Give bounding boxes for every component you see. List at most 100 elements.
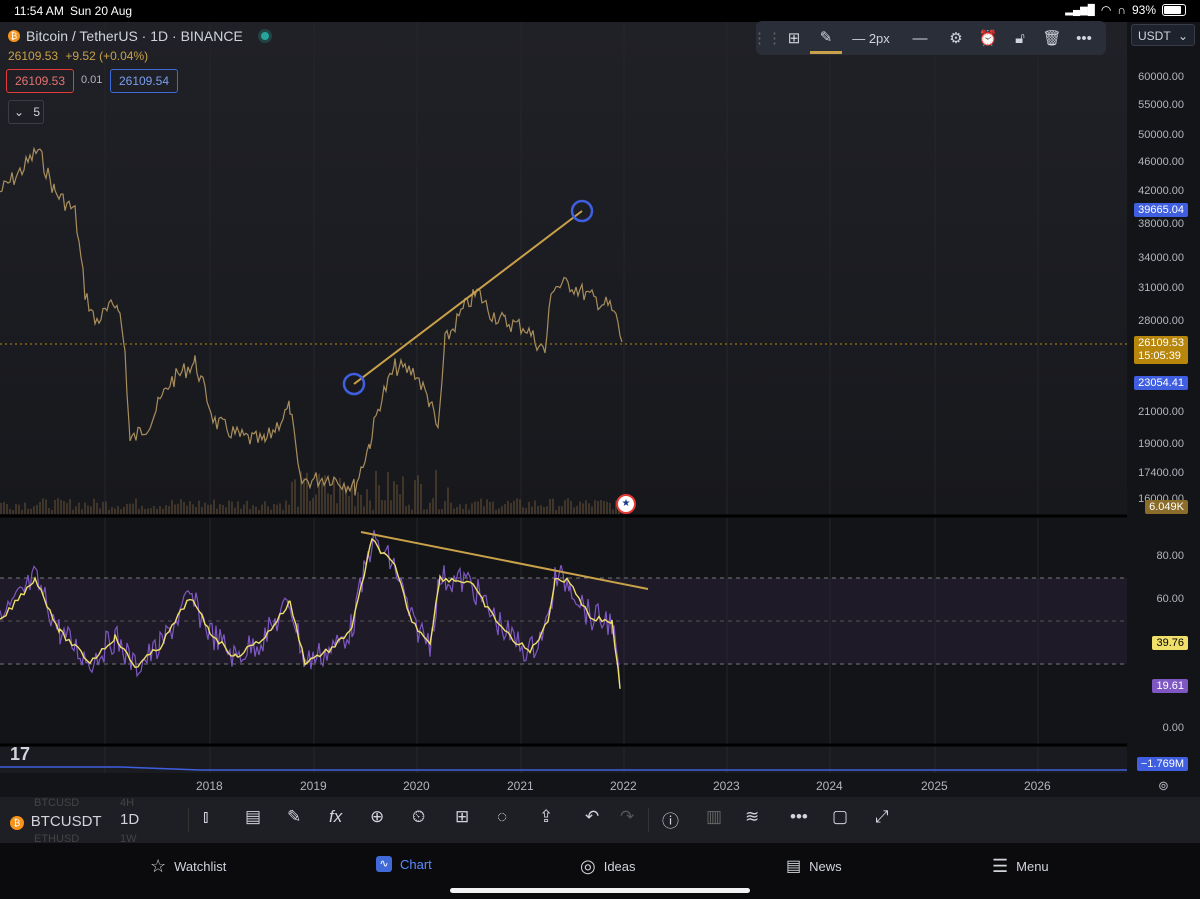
volume-bar bbox=[69, 499, 71, 514]
more-icon[interactable]: ••• bbox=[790, 807, 808, 827]
volume-bar bbox=[240, 508, 242, 514]
trash-icon[interactable]: 🗑︎ bbox=[1036, 21, 1068, 55]
layout-grid-icon[interactable]: ⊞ bbox=[455, 807, 469, 827]
volume-bar bbox=[333, 478, 335, 514]
add-to-favorites-icon[interactable]: ⊞ bbox=[778, 21, 810, 55]
volume-bar bbox=[117, 506, 119, 514]
candle-type-icon[interactable]: ⫾ bbox=[203, 807, 208, 827]
volume-bar bbox=[555, 509, 557, 514]
volume-bar bbox=[261, 504, 263, 514]
tab-news[interactable]: ▤ News bbox=[786, 856, 842, 876]
redo-icon[interactable]: ↷ bbox=[620, 807, 634, 827]
volume-bar bbox=[477, 501, 479, 514]
fullscreen-square-icon[interactable]: ▢ bbox=[832, 807, 848, 827]
chart-svg: 17 bbox=[0, 22, 1127, 773]
tab-menu[interactable]: ☰ Menu bbox=[992, 856, 1049, 877]
volume-bar bbox=[456, 506, 458, 514]
volume-bar bbox=[288, 504, 290, 514]
price-axis-label: 31000.00 bbox=[1138, 282, 1184, 294]
volume-bar bbox=[33, 506, 35, 514]
volume-bar bbox=[120, 509, 122, 514]
volume-bar bbox=[264, 501, 266, 514]
volume-bar bbox=[318, 473, 320, 514]
volume-bar bbox=[372, 509, 374, 514]
volume-bar bbox=[195, 506, 197, 514]
volume-bar bbox=[360, 494, 362, 514]
volume-bar bbox=[177, 503, 179, 514]
interval-button[interactable]: 1D bbox=[120, 811, 139, 828]
indicators-fx-icon[interactable]: fx bbox=[329, 807, 342, 827]
bars-icon[interactable]: ▥ bbox=[706, 807, 722, 827]
rsi-trendline[interactable] bbox=[360, 531, 649, 590]
drag-handle-icon[interactable]: ⋮⋮ bbox=[752, 21, 782, 55]
volume-bar bbox=[132, 503, 134, 514]
volume-bar bbox=[276, 504, 278, 514]
volume-bar bbox=[480, 498, 482, 514]
bottom-symbol: BTCUSDT bbox=[30, 813, 102, 830]
volume-bar bbox=[531, 506, 533, 514]
volume-bar bbox=[15, 504, 17, 514]
volume-bar bbox=[114, 508, 116, 514]
ideas-bulb-icon[interactable]: ◌ bbox=[497, 807, 507, 827]
volume-bar bbox=[291, 481, 293, 514]
volume-bar bbox=[54, 499, 56, 514]
battery-icon bbox=[1162, 4, 1186, 16]
volume-bar bbox=[363, 506, 365, 514]
volume-bar bbox=[294, 479, 296, 514]
symbol-search-button[interactable]: ₿ BTCUSDT bbox=[10, 811, 102, 831]
unlock-icon[interactable]: 🔓︎ bbox=[1004, 21, 1036, 55]
bottom-toolbar bbox=[0, 797, 1200, 843]
trendline[interactable] bbox=[353, 210, 583, 385]
rsi-axis-label: 80.00 bbox=[1156, 550, 1184, 562]
volume-bar bbox=[189, 501, 191, 514]
line-color-icon[interactable]: ✎ bbox=[810, 23, 842, 54]
alert-clock-icon[interactable]: ⏲ bbox=[412, 807, 425, 827]
more-icon[interactable]: ••• bbox=[1068, 21, 1100, 55]
tab-watchlist[interactable]: ☆ Watchlist bbox=[150, 856, 226, 877]
compare-icon[interactable]: ▤ bbox=[245, 807, 261, 827]
volume-bar bbox=[522, 507, 524, 514]
sell-button[interactable]: 26109.53 bbox=[6, 69, 74, 93]
rsi-value-tag: 19.61 bbox=[1152, 679, 1188, 693]
drawing-pen-icon[interactable]: ✎ bbox=[287, 807, 301, 827]
volume-bar bbox=[147, 508, 149, 514]
settings-icon[interactable]: ⊚ bbox=[1158, 778, 1169, 794]
headphones-icon: ∩ bbox=[1117, 3, 1126, 17]
tab-chart[interactable]: ∿ Chart bbox=[376, 856, 432, 872]
volume-bar bbox=[96, 502, 98, 514]
indicators-toggle[interactable]: ⌄ 5 bbox=[8, 100, 44, 124]
status-date: Sun 20 Aug bbox=[70, 4, 133, 18]
price-axis-label: 28000.00 bbox=[1138, 315, 1184, 327]
volume-bar bbox=[237, 501, 239, 514]
volume-bar bbox=[552, 498, 554, 514]
tab-ideas[interactable]: ◎ Ideas bbox=[580, 856, 636, 877]
bitcoin-icon: ₿ bbox=[10, 816, 24, 830]
line-width-button[interactable]: — 2px bbox=[842, 21, 900, 55]
bar-countdown: 15:05:39 bbox=[1138, 350, 1181, 362]
settings-icon[interactable]: ⚙ bbox=[940, 21, 972, 55]
currency-select[interactable]: USDT ⌄ bbox=[1131, 24, 1195, 46]
volume-bar bbox=[504, 503, 506, 514]
add-alert-icon[interactable]: ⏰ bbox=[972, 21, 1004, 55]
volume-bar bbox=[18, 504, 20, 514]
volume-bar bbox=[414, 480, 416, 514]
share-icon[interactable]: ⇪ bbox=[539, 807, 553, 827]
trend-icon[interactable]: ≋ bbox=[745, 807, 759, 827]
volume-bar bbox=[27, 508, 29, 514]
line-style-icon[interactable]: — bbox=[900, 21, 940, 55]
info-icon[interactable]: ⓘ bbox=[662, 807, 679, 832]
symbol-legend[interactable]: ₿ Bitcoin / TetherUS · 1D · BINANCE bbox=[8, 28, 269, 44]
buy-button[interactable]: 26109.54 bbox=[110, 69, 178, 93]
add-plus-icon[interactable]: ⊕ bbox=[370, 807, 384, 827]
undo-icon[interactable]: ↶ bbox=[585, 807, 599, 827]
expand-icon[interactable]: ⤢ bbox=[875, 807, 889, 827]
time-axis[interactable] bbox=[0, 773, 1127, 797]
time-axis-label: 2021 bbox=[507, 779, 534, 793]
volume-bar bbox=[90, 506, 92, 514]
volume-bar bbox=[432, 498, 434, 514]
tab-label: Ideas bbox=[603, 859, 636, 874]
us-flag-icon[interactable]: ★ bbox=[616, 494, 636, 514]
volume-bar bbox=[390, 500, 392, 514]
symbol-title: Bitcoin / TetherUS · 1D · BINANCE bbox=[26, 28, 243, 44]
volume-bar bbox=[243, 504, 245, 514]
